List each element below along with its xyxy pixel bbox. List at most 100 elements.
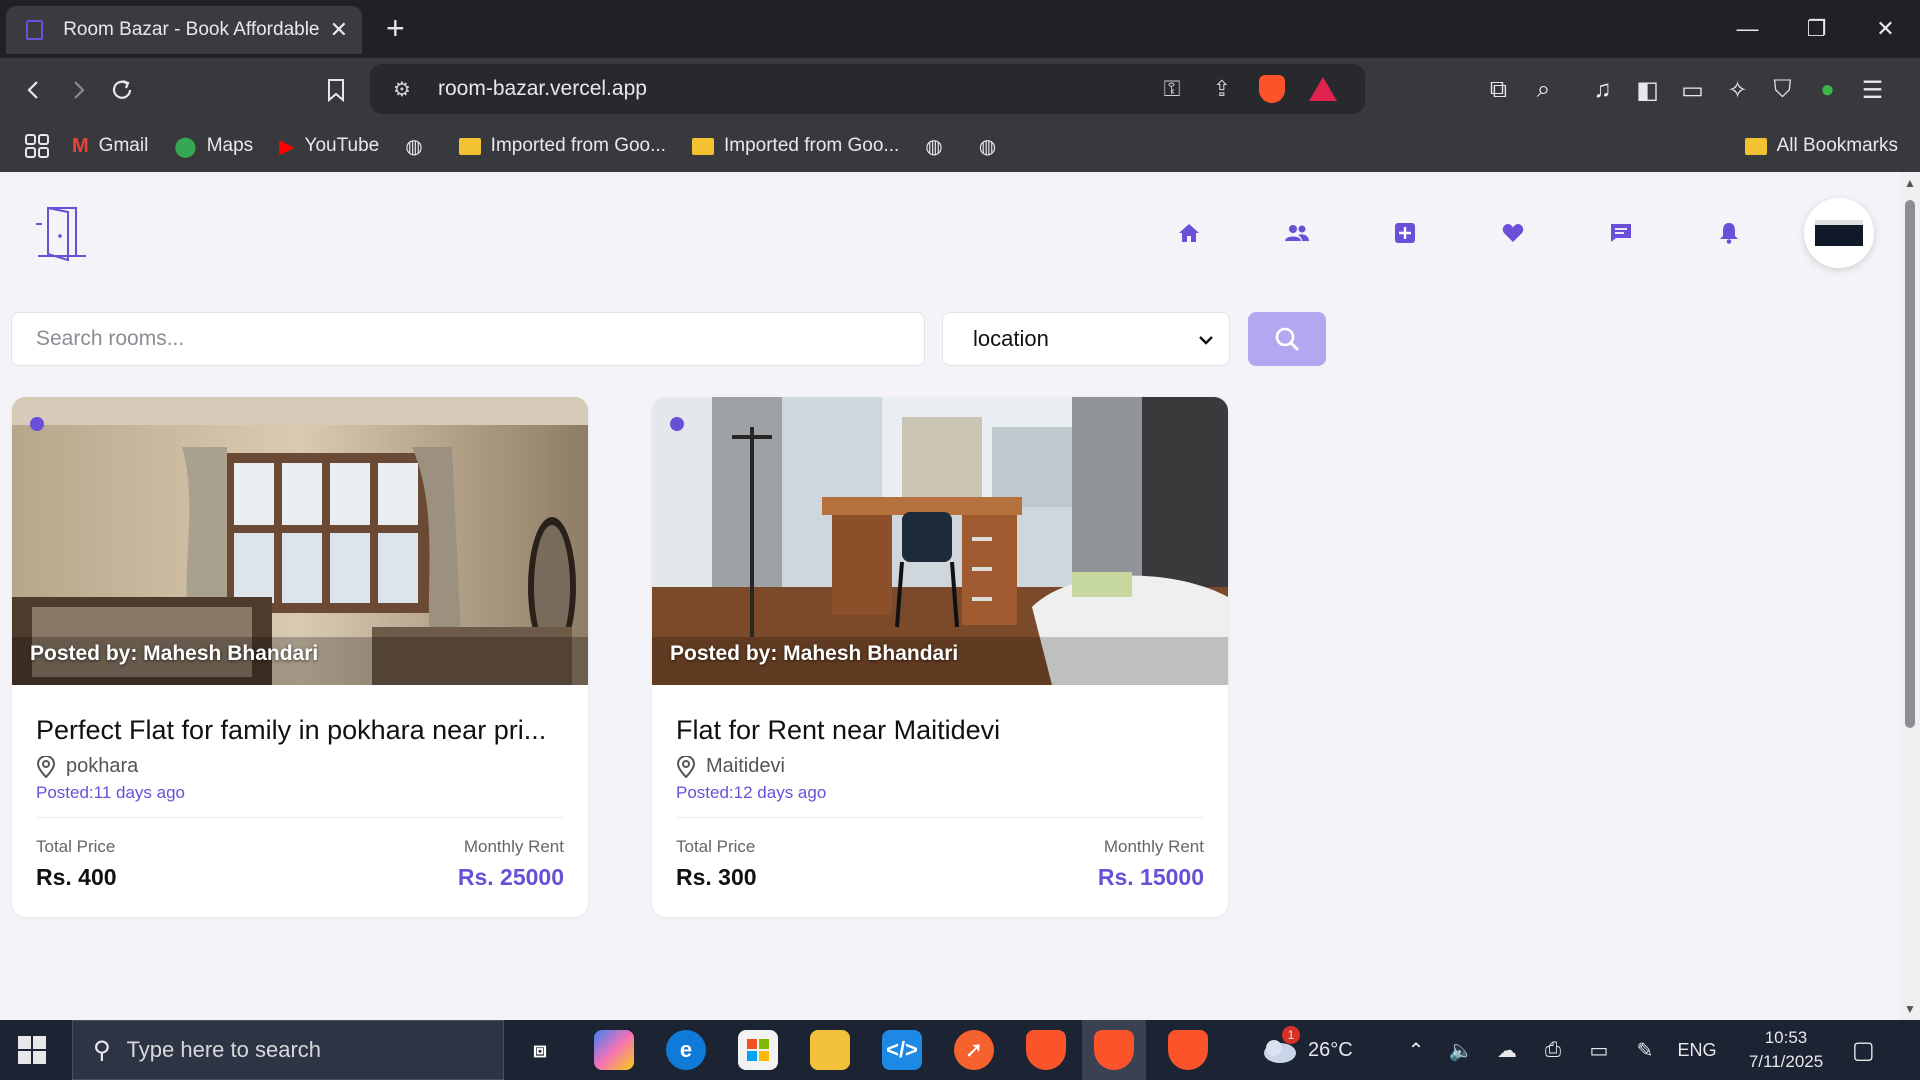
media-icon[interactable]: ♫ — [1580, 76, 1625, 104]
location-select-value: location — [973, 326, 1049, 351]
status-dot — [670, 417, 684, 431]
browser-tab[interactable]: Room Bazar - Book Affordable R ✕ — [6, 6, 362, 54]
bookmark-globe-2[interactable]: ◍ — [925, 134, 952, 159]
chat-icon[interactable] — [1606, 218, 1636, 248]
new-tab-button[interactable]: + — [386, 10, 405, 46]
search-rooms-input[interactable] — [11, 312, 925, 366]
copilot-icon[interactable] — [594, 1030, 634, 1070]
volume-icon[interactable]: 🔈 — [1438, 1038, 1484, 1063]
brave-profile-2-icon[interactable] — [1168, 1030, 1208, 1070]
brave-shields-icon[interactable] — [1259, 75, 1285, 103]
globe-icon: ◍ — [978, 135, 997, 158]
postman-icon[interactable]: ➚ — [954, 1030, 994, 1070]
all-bookmarks[interactable]: All Bookmarks — [1744, 120, 1898, 172]
close-tab-icon[interactable]: ✕ — [330, 17, 348, 43]
brave-profile-icon[interactable] — [1094, 1030, 1134, 1070]
password-key-icon[interactable]: ⚿ — [1147, 76, 1197, 102]
scrollbar-thumb[interactable] — [1905, 200, 1915, 728]
leo-ai-icon[interactable]: ✧ — [1715, 76, 1760, 105]
windows-start-button[interactable] — [18, 1036, 46, 1064]
total-price-value: Rs. 400 — [36, 864, 117, 890]
posted-by: Posted by: Mahesh Bhandari — [30, 642, 319, 665]
listing-card[interactable]: Posted by: Mahesh Bhandari Perfect Flat … — [12, 397, 588, 917]
scroll-down-arrow-icon[interactable]: ▼ — [1904, 1002, 1916, 1016]
toolbar-extensions: ⧉ ⌕ ♫ ◧ ▭ ✧ ⛉ ● ☰ — [1476, 70, 1895, 110]
close-window-button[interactable]: ✕ — [1851, 0, 1920, 58]
menu-icon[interactable]: ☰ — [1850, 76, 1895, 105]
brave-rewards-icon[interactable] — [1309, 77, 1337, 101]
listing-card[interactable]: Posted by: Mahesh Bhandari Flat for Rent… — [652, 397, 1228, 917]
room-bazar-logo[interactable] — [32, 204, 88, 262]
system-tray: ⌃ 🔈 ☁ ⎙ ▭ ✎ ENG — [1394, 1020, 1726, 1080]
bookmark-globe-1[interactable]: ◍ — [405, 134, 432, 159]
folder-icon — [1744, 137, 1767, 155]
restore-button[interactable]: ❐ — [1782, 0, 1851, 58]
language-indicator[interactable]: ENG — [1668, 1040, 1726, 1061]
posted-time: Posted:11 days ago — [36, 783, 186, 802]
vpn-icon[interactable]: ⛉ — [1760, 76, 1805, 104]
bookmark-gmail[interactable]: M Gmail — [72, 135, 148, 158]
bookmark-label: Imported from Goo... — [490, 135, 666, 156]
home-icon[interactable] — [1174, 218, 1204, 248]
taskbar-search-box[interactable]: ⚲ Type here to search — [72, 1020, 504, 1080]
forward-button[interactable] — [58, 70, 98, 110]
taskbar-search-placeholder: Type here to search — [126, 1037, 322, 1062]
file-explorer-icon[interactable] — [810, 1030, 850, 1070]
meet-now-icon[interactable]: ⎙ — [1530, 1039, 1576, 1062]
chevron-up-icon[interactable]: ⌃ — [1394, 1038, 1438, 1063]
location-select[interactable]: location — [942, 312, 1230, 366]
url-text[interactable]: room-bazar.vercel.app — [438, 77, 1147, 101]
users-icon[interactable] — [1282, 218, 1312, 248]
onedrive-icon[interactable]: ☁ — [1484, 1038, 1530, 1063]
weather-temp: 26°C — [1308, 1038, 1353, 1061]
globe-icon: ◍ — [925, 135, 943, 158]
battery-icon[interactable]: ▭ — [1576, 1038, 1622, 1063]
weather-widget[interactable]: 1 26°C — [1258, 1020, 1353, 1080]
add-square-icon[interactable] — [1390, 218, 1420, 248]
bell-icon[interactable] — [1714, 218, 1744, 248]
user-avatar[interactable] — [1804, 198, 1874, 268]
avatar-image — [1815, 220, 1863, 246]
back-button[interactable] — [14, 70, 54, 110]
sidebar-icon[interactable]: ◧ — [1625, 76, 1670, 105]
bookmark-globe-3[interactable]: ◍ — [979, 134, 1006, 159]
listing-title[interactable]: Perfect Flat for family in pokhara near … — [36, 715, 566, 746]
bookmark-folder-2[interactable]: Imported from Goo... — [691, 135, 899, 157]
minimize-button[interactable]: — — [1713, 0, 1782, 58]
search-button[interactable] — [1248, 312, 1326, 366]
folder-icon — [458, 137, 481, 155]
heart-icon[interactable] — [1498, 218, 1528, 248]
clock-date: 7/11/2025 — [1748, 1052, 1824, 1071]
action-center-icon[interactable]: ▢ — [1852, 1020, 1875, 1080]
listing-title[interactable]: Flat for Rent near Maitidevi — [676, 715, 1206, 746]
bookmark-maps[interactable]: ⬤ Maps — [174, 134, 253, 159]
bookmark-youtube[interactable]: ▶ YouTube — [279, 134, 379, 159]
site-settings-icon[interactable]: ⚙ — [382, 77, 422, 102]
wallet-icon[interactable]: ▭ — [1670, 76, 1715, 105]
reload-button[interactable] — [102, 70, 142, 110]
scroll-up-arrow-icon[interactable]: ▲ — [1904, 176, 1916, 190]
search-icon: ⚲ — [93, 1036, 111, 1064]
share-icon[interactable]: ⇪ — [1197, 76, 1247, 102]
edge-icon[interactable]: e — [666, 1030, 706, 1070]
microsoft-store-icon[interactable] — [738, 1030, 778, 1070]
apps-grid-icon[interactable] — [24, 133, 50, 159]
vscode-icon[interactable]: </> — [882, 1030, 922, 1070]
clock[interactable]: 10:53 7/11/2025 — [1740, 1026, 1832, 1074]
bookmark-folder-1[interactable]: Imported from Goo... — [458, 135, 666, 157]
gmail-icon: M — [72, 134, 89, 157]
profile-globe-icon[interactable]: ● — [1805, 76, 1850, 104]
extensions-icon[interactable]: ⧉ — [1476, 76, 1521, 104]
bookmark-page-button[interactable] — [316, 70, 356, 110]
brave-icon[interactable] — [1026, 1030, 1066, 1070]
address-bar[interactable]: ⚙ room-bazar.vercel.app ⚿ ⇪ — [370, 64, 1365, 114]
maps-icon: ⬤ — [174, 135, 197, 158]
page-search-icon[interactable]: ⌕ — [1521, 76, 1566, 104]
notification-count: 1 — [1282, 1026, 1300, 1044]
window-controls: — ❐ ✕ — [1713, 0, 1920, 58]
listing-location: pokhara — [36, 755, 138, 778]
page-scrollbar[interactable]: ▲ ▼ — [1900, 172, 1920, 1020]
browser-toolbar: ⚙ room-bazar.vercel.app ⚿ ⇪ ⧉ ⌕ ♫ ◧ ▭ ✧ … — [0, 58, 1920, 120]
task-view-icon[interactable]: ⧈ — [520, 1030, 560, 1070]
pen-icon[interactable]: ✎ — [1622, 1038, 1668, 1063]
